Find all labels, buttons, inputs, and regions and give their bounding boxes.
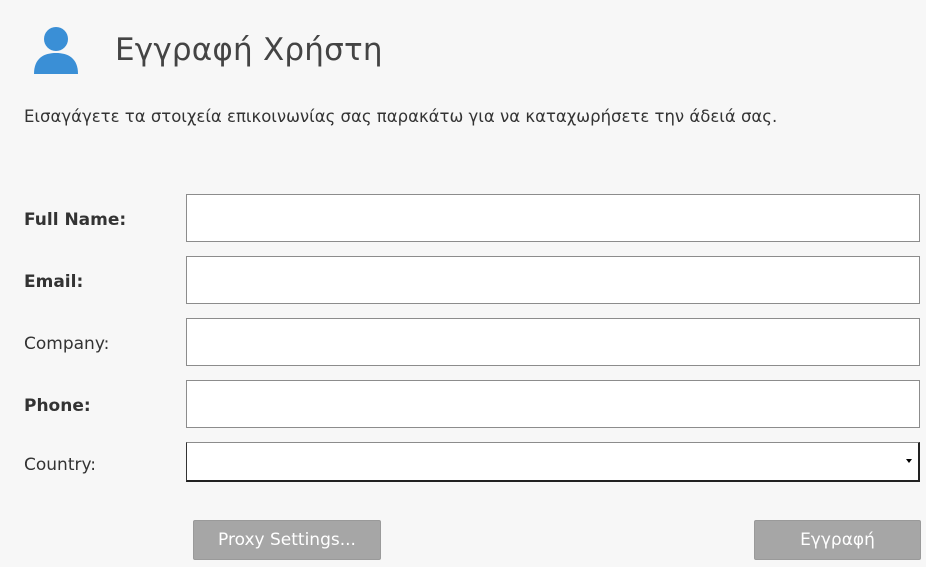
proxy-settings-button[interactable]: Proxy Settings... [193,520,381,560]
registration-panel: Εγγραφή Χρήστη Εισαγάγετε τα στοιχεία επ… [0,0,926,567]
phone-row: Phone: [24,380,926,432]
full-name-field[interactable] [186,194,920,242]
intro-text: Εισαγάγετε τα στοιχεία επικοινωνίας σας … [24,107,778,126]
full-name-row: Full Name: [24,194,926,246]
email-row: Email: [24,256,926,308]
country-select[interactable] [186,442,920,482]
email-field[interactable] [186,256,920,304]
phone-field[interactable] [186,380,920,428]
page-title: Εγγραφή Χρήστη [115,32,383,68]
company-row: Company: [24,318,926,370]
header: Εγγραφή Χρήστη [30,20,383,80]
company-label: Company: [24,334,110,354]
register-button[interactable]: Εγγραφή [754,520,921,560]
email-label: Email: [24,272,84,292]
company-field[interactable] [186,318,920,366]
country-label: Country: [24,455,97,475]
phone-label: Phone: [24,396,91,416]
country-row: Country: [24,442,926,494]
chevron-down-icon[interactable] [906,459,912,463]
full-name-label: Full Name: [24,210,127,230]
user-icon [34,27,78,74]
